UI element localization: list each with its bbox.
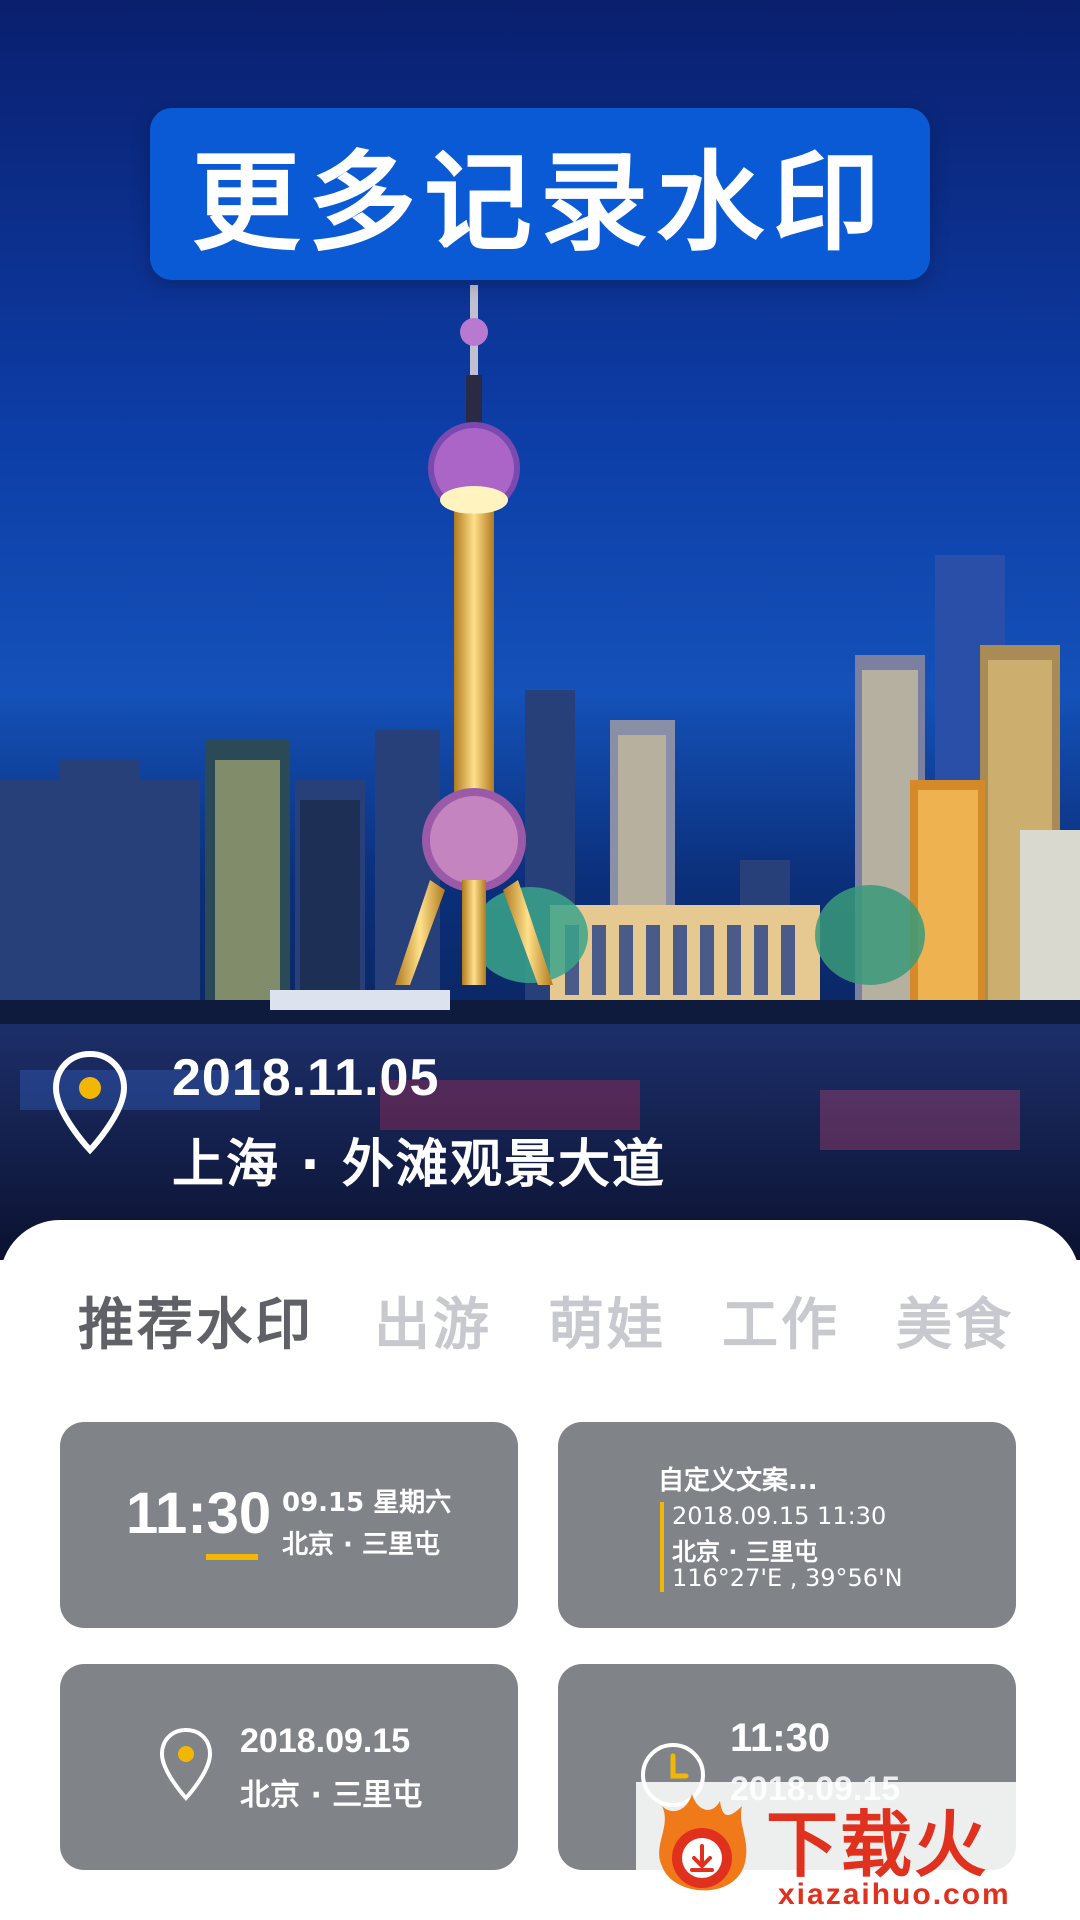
watermark-location: 上海 · 外滩观景大道 bbox=[172, 1135, 666, 1195]
template-custom-text: 自定义文案... bbox=[658, 1466, 818, 1496]
tab-work[interactable]: 工作 bbox=[722, 1280, 840, 1361]
watermark-template-card[interactable]: 自定义文案... 2018.09.15 11:30 北京 · 三里屯 116°2… bbox=[558, 1422, 1016, 1628]
location-pin-icon bbox=[52, 1050, 128, 1155]
template-date: 2018.09.15 bbox=[240, 1722, 411, 1760]
template-location: 北京 · 三里屯 bbox=[240, 1778, 423, 1813]
template-location: 北京 · 三里屯 bbox=[672, 1538, 818, 1566]
template-coordinates: 116°27'E , 39°56'N bbox=[672, 1564, 903, 1592]
watermark-template-card[interactable]: 2018.09.15 北京 · 三里屯 bbox=[60, 1664, 518, 1870]
hero-watermark-preview: 2018.11.05 上海 · 外滩观景大道 bbox=[50, 1048, 750, 1198]
tab-kids[interactable]: 萌娃 bbox=[548, 1280, 666, 1361]
template-time: 11:30 bbox=[126, 1481, 272, 1546]
flame-logo-icon bbox=[659, 1794, 747, 1891]
tab-recommended[interactable]: 推荐水印 bbox=[78, 1280, 314, 1361]
template-time: 11:30 bbox=[730, 1716, 831, 1760]
site-logo-watermark: 下载火 xiazaihuo.com bbox=[636, 1782, 1080, 1920]
watermark-template-card[interactable]: 11:30 09.15 星期六 北京 · 三里屯 bbox=[60, 1422, 518, 1628]
accent-bar bbox=[660, 1502, 664, 1592]
page-title-banner: 更多记录水印 bbox=[150, 108, 930, 280]
template-date-weekday: 09.15 星期六 bbox=[282, 1488, 452, 1518]
hero-photo: 更多记录水印 2018.11.05 上海 · 外滩观景大道 bbox=[0, 0, 1080, 1260]
template-location: 北京 · 三里屯 bbox=[282, 1530, 440, 1560]
watermark-date: 2018.11.05 bbox=[172, 1049, 440, 1107]
logo-url: xiazaihuo.com bbox=[778, 1878, 1011, 1911]
category-tabs: 推荐水印 出游 萌娃 工作 美食 bbox=[0, 1280, 1080, 1370]
location-pin-icon bbox=[159, 1727, 213, 1801]
template-datetime: 2018.09.15 11:30 bbox=[672, 1502, 887, 1530]
time-underline bbox=[206, 1554, 258, 1560]
tab-food[interactable]: 美食 bbox=[896, 1280, 1014, 1361]
logo-name: 下载火 bbox=[766, 1803, 989, 1887]
tab-travel[interactable]: 出游 bbox=[374, 1280, 492, 1361]
